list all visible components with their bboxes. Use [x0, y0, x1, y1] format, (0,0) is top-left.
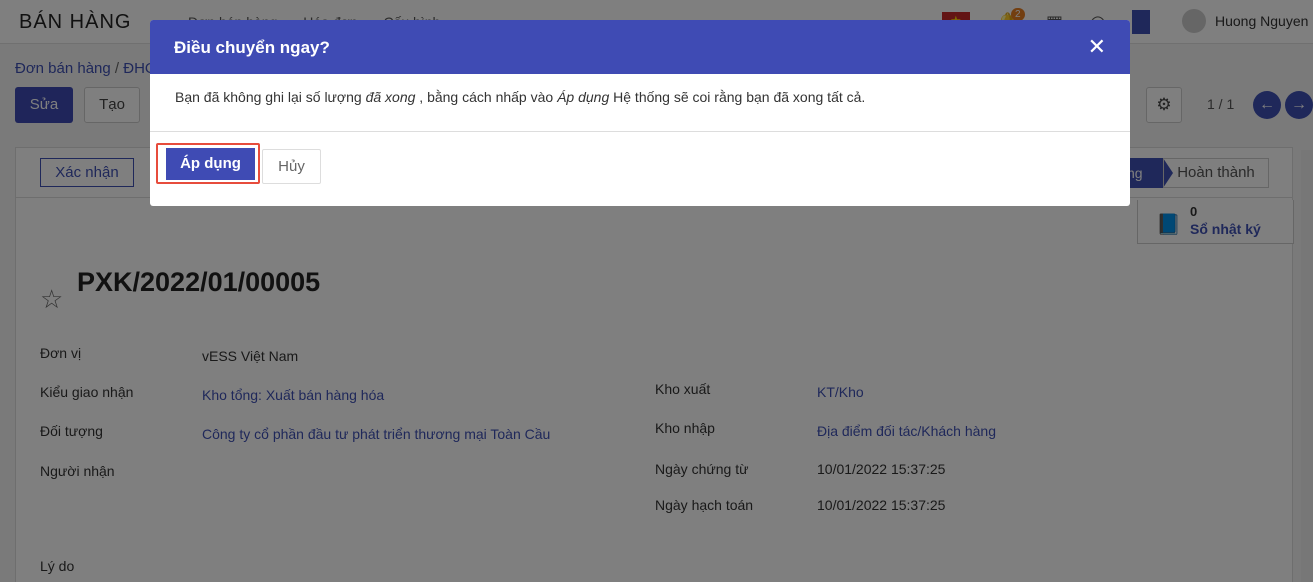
dialog-text-emphasis: đã xong	[365, 89, 416, 105]
dialog-message: Bạn đã không ghi lại số lượng đã xong , …	[175, 89, 865, 105]
dialog-text-emphasis: Áp dụng	[557, 89, 610, 105]
dialog-text-part: Bạn đã không ghi lại số lượng	[175, 89, 366, 105]
dialog-title: Điều chuyển ngay?	[174, 38, 330, 57]
dialog-text-part: , bằng cách nhấp vào	[415, 89, 558, 105]
apply-button[interactable]: Áp dụng	[163, 148, 255, 180]
close-icon[interactable]: ✕	[1088, 34, 1106, 60]
dialog-header: Điều chuyển ngay? ✕	[150, 20, 1130, 74]
transfer-dialog: Điều chuyển ngay? ✕ Bạn đã không ghi lại…	[150, 20, 1130, 206]
cancel-button[interactable]: Hủy	[262, 149, 321, 184]
dialog-footer	[150, 131, 1130, 132]
dialog-text-part: Hệ thống sẽ coi rằng bạn đã xong tất cả.	[609, 89, 866, 105]
